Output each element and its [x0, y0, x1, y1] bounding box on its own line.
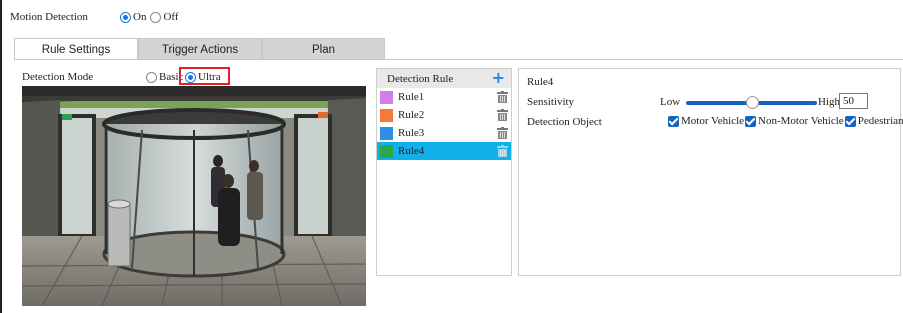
radio-unselected-icon: [146, 71, 157, 83]
motion-off-label: Off: [163, 11, 179, 23]
motion-on-label: On: [133, 11, 147, 23]
detection-rule-title: Detection Rule: [387, 72, 454, 85]
rule-settings-title: Rule4: [527, 76, 554, 88]
ultra-highlight-box: [179, 67, 230, 85]
rule-color-swatch: [380, 90, 393, 104]
sensitivity-value-input[interactable]: 50: [839, 93, 868, 109]
non-motor-vehicle-label: Non-Motor Vehicle: [758, 115, 844, 127]
sensitivity-label: Sensitivity: [527, 96, 575, 108]
motor-vehicle-label: Motor Vehicle: [681, 115, 745, 127]
detection-object-options: Motor Vehicle Non-Motor Vehicle Pedestri…: [668, 115, 903, 127]
trash-icon[interactable]: [497, 109, 508, 121]
rule-color-swatch: [380, 126, 393, 140]
plus-icon[interactable]: +: [492, 70, 505, 86]
sensitivity-slider[interactable]: [686, 96, 817, 109]
trash-icon[interactable]: [497, 145, 508, 157]
sensitivity-high-label: High: [818, 96, 840, 108]
rule-label: Rule1: [398, 91, 425, 103]
motor-vehicle-checkbox[interactable]: Motor Vehicle: [668, 115, 744, 127]
rule-color-swatch: [380, 144, 393, 158]
detection-mode-label: Detection Mode: [22, 71, 94, 83]
rule-list-item[interactable]: Rule2: [377, 106, 511, 124]
motion-detection-row: Motion Detection On Off: [10, 9, 183, 25]
checkbox-checked-icon: [745, 115, 757, 127]
pedestrian-checkbox[interactable]: Pedestrian: [844, 115, 903, 127]
rule-list-item[interactable]: Rule3: [377, 124, 511, 142]
pedestrian-label: Pedestrian: [857, 115, 903, 127]
motion-on-radio[interactable]: On: [120, 11, 146, 23]
camera-scene-image: [22, 86, 366, 306]
detection-object-label: Detection Object: [527, 116, 602, 128]
rule-settings-panel: Rule4 Sensitivity Low High 50 Detection …: [518, 68, 903, 276]
checkbox-checked-icon: [668, 115, 679, 127]
rule-list-item[interactable]: Rule4: [377, 142, 511, 160]
tab-bar: Rule Settings Trigger Actions Plan: [14, 38, 385, 60]
rule-label: Rule2: [398, 109, 425, 121]
video-preview[interactable]: [22, 86, 366, 306]
rule-color-swatch: [380, 108, 393, 122]
trash-icon[interactable]: [497, 127, 508, 139]
rule-label: Rule4: [398, 145, 425, 157]
mode-basic-radio[interactable]: Basic: [146, 71, 183, 83]
sensitivity-low-label: Low: [660, 96, 681, 108]
tab-divider: [14, 59, 903, 60]
tab-trigger-actions[interactable]: Trigger Actions: [138, 38, 262, 60]
radio-selected-icon: [120, 11, 131, 23]
trash-icon[interactable]: [497, 91, 508, 103]
rule-list-item[interactable]: Rule1: [377, 88, 511, 106]
rule-label: Rule3: [398, 127, 425, 139]
detection-rule-panel: Detection Rule + Rule1 Rule2 Rule3 Rule4: [376, 68, 512, 276]
motion-detection-label: Motion Detection: [10, 11, 88, 23]
radio-unselected-icon: [150, 11, 162, 23]
sensitivity-slider-handle[interactable]: [745, 96, 759, 109]
detection-rule-header: Detection Rule +: [377, 69, 511, 88]
non-motor-vehicle-checkbox[interactable]: Non-Motor Vehicle: [745, 115, 844, 127]
checkbox-checked-icon: [844, 115, 856, 127]
tab-plan[interactable]: Plan: [262, 38, 385, 60]
tab-rule-settings[interactable]: Rule Settings: [14, 38, 138, 60]
motion-off-radio[interactable]: Off: [150, 11, 179, 23]
